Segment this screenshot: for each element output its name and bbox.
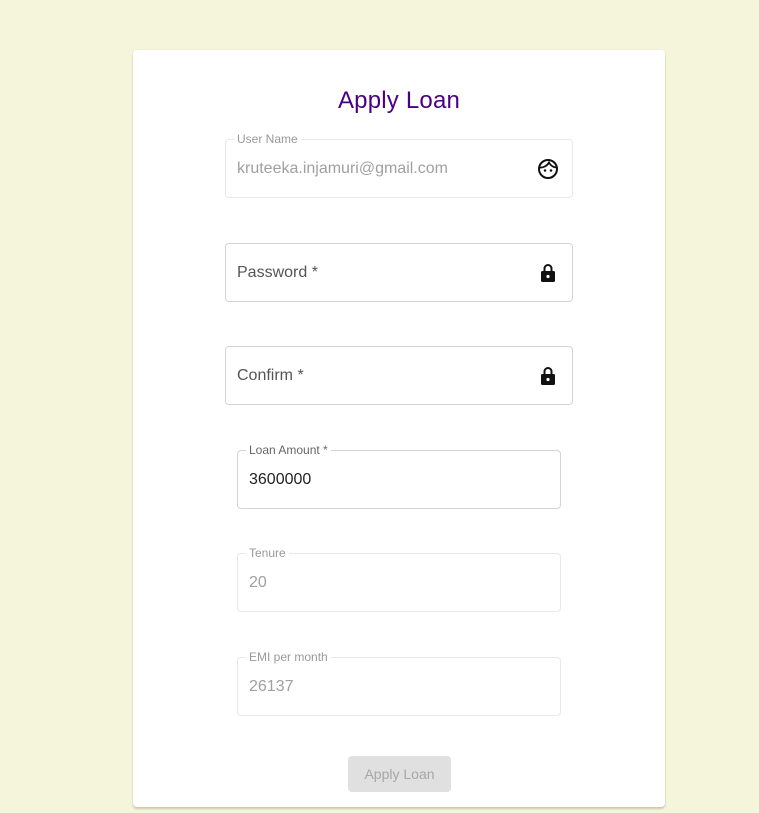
emi-value: 26137 bbox=[249, 677, 294, 695]
tenure-field: Tenure 20 bbox=[237, 546, 561, 612]
loan-amount-value: 3600000 bbox=[249, 470, 312, 488]
password-field[interactable]: Password * bbox=[225, 243, 573, 302]
apply-loan-card: Apply Loan User Name kruteeka.injamuri@g… bbox=[133, 50, 665, 807]
password-placeholder: Password * bbox=[237, 263, 318, 281]
emi-field: EMI per month 26137 bbox=[237, 650, 561, 716]
lock-icon bbox=[541, 366, 555, 385]
username-field: User Name kruteeka.injamuri@gmail.com bbox=[225, 132, 573, 198]
lock-icon bbox=[541, 263, 555, 282]
tenure-value: 20 bbox=[249, 573, 267, 591]
username-value: kruteeka.injamuri@gmail.com bbox=[237, 159, 448, 177]
loan-amount-field[interactable]: Loan Amount * 3600000 bbox=[237, 443, 561, 509]
face-icon bbox=[538, 158, 558, 179]
form-title: Apply Loan bbox=[337, 87, 461, 114]
confirm-placeholder: Confirm * bbox=[237, 366, 304, 384]
confirm-password-field[interactable]: Confirm * bbox=[225, 346, 573, 405]
apply-loan-button[interactable]: Apply Loan bbox=[348, 756, 451, 792]
